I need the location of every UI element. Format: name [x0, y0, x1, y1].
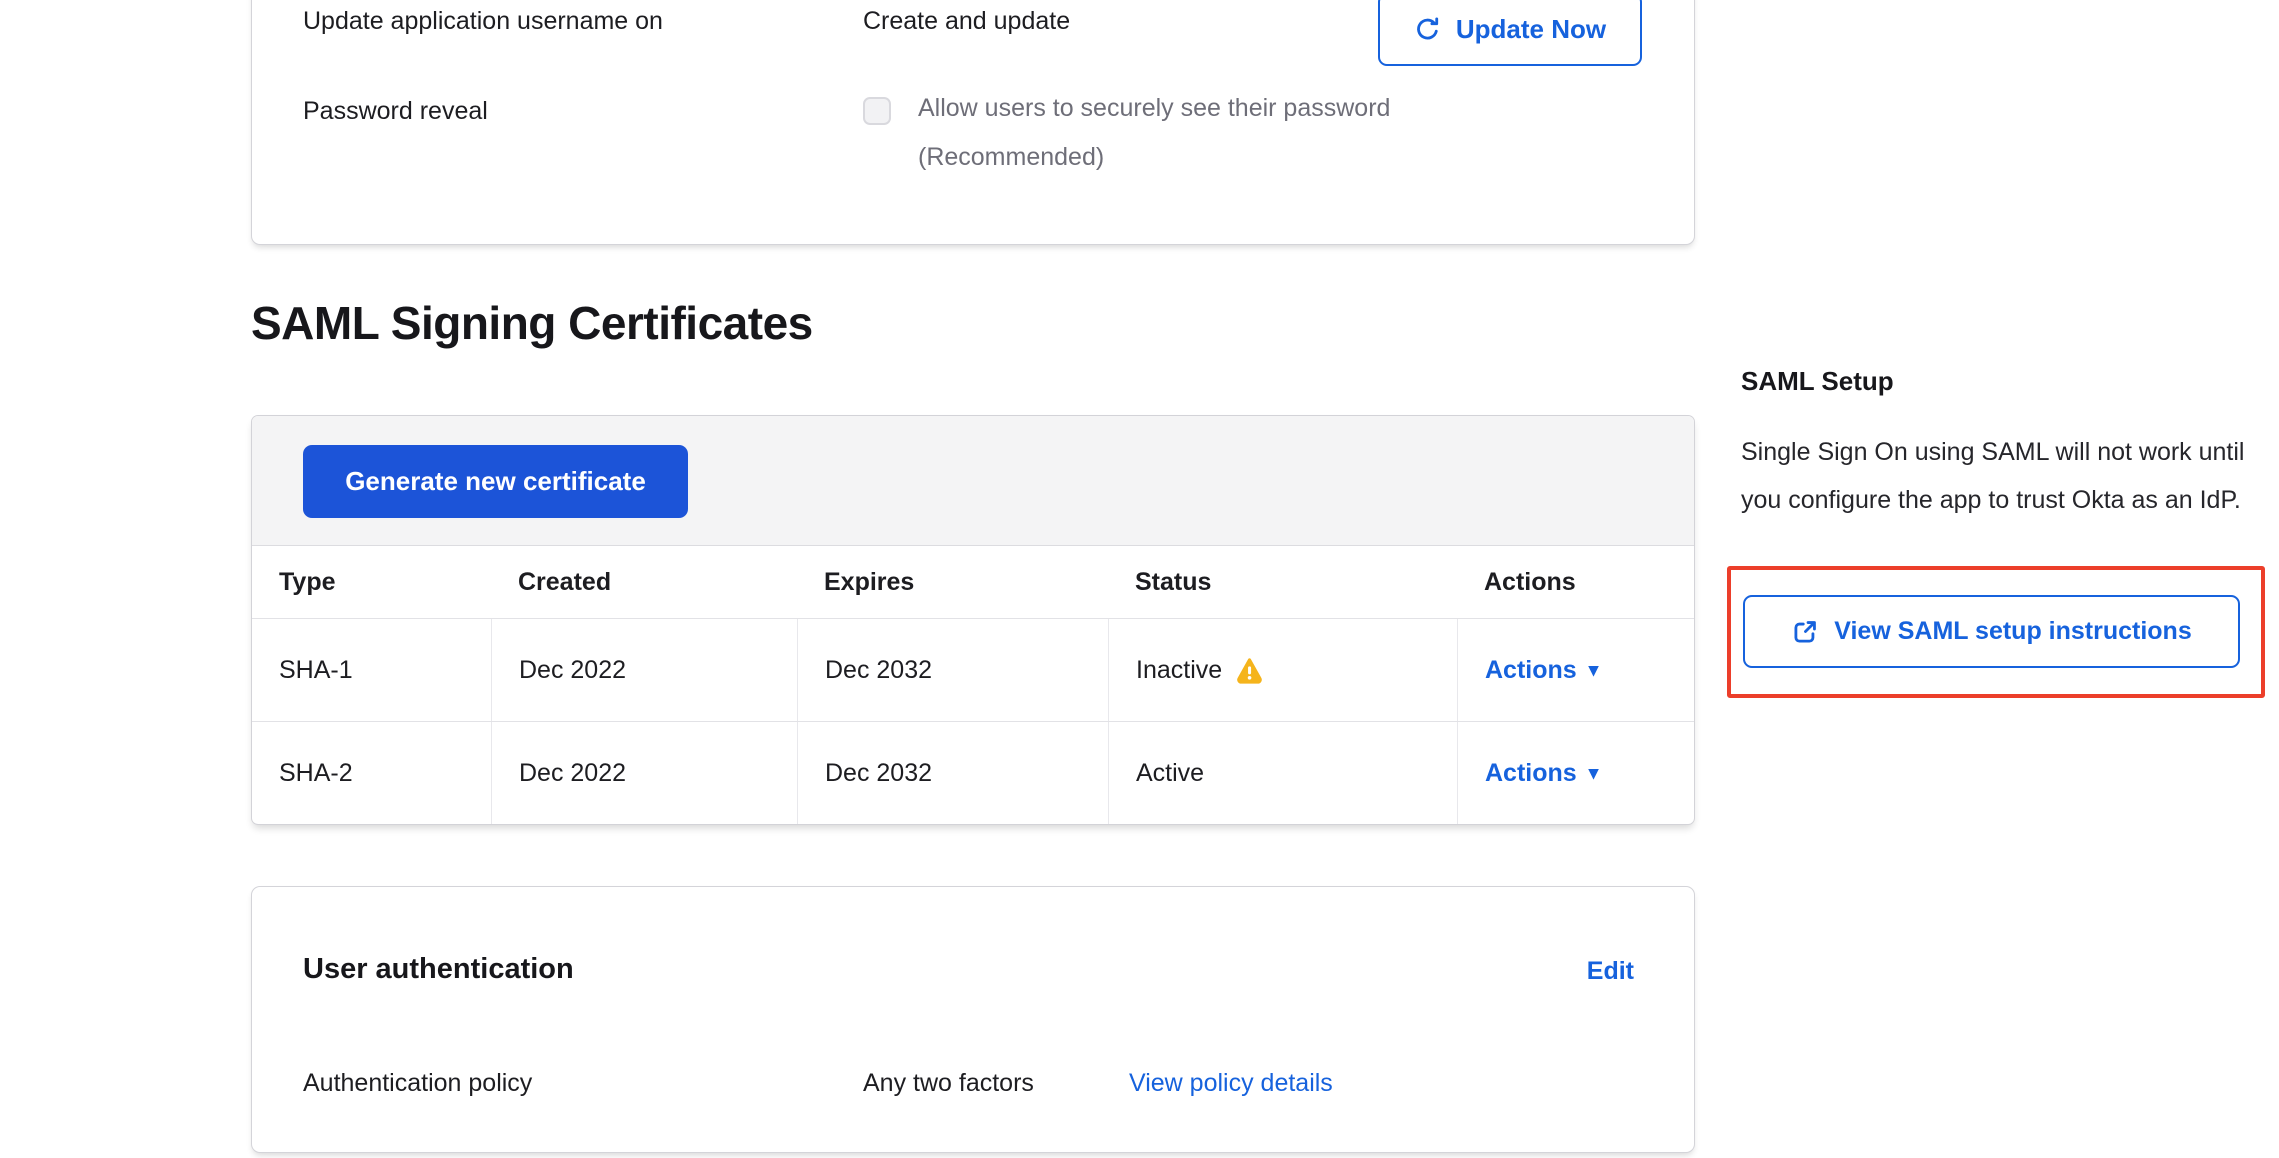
- actions-label: Actions: [1485, 656, 1577, 685]
- username-update-value: Create and update: [863, 7, 1070, 36]
- generate-certificate-button[interactable]: Generate new certificate: [303, 445, 688, 518]
- password-reveal-checkbox[interactable]: [863, 97, 891, 125]
- column-header-expires: Expires: [797, 546, 1108, 618]
- page-title: SAML Signing Certificates: [251, 296, 813, 350]
- cert-actions-cell: Actions ▾: [1457, 619, 1694, 721]
- edit-link[interactable]: Edit: [1587, 957, 1634, 986]
- cert-type: SHA-2: [252, 722, 491, 824]
- cert-status-cell: Inactive: [1108, 619, 1457, 721]
- password-reveal-label: Password reveal: [303, 97, 488, 126]
- saml-setup-description: Single Sign On using SAML will not work …: [1741, 428, 2266, 524]
- column-header-type: Type: [252, 546, 491, 618]
- authentication-policy-label: Authentication policy: [303, 1069, 532, 1098]
- cert-created: Dec 2022: [491, 722, 797, 824]
- certificates-table: Type Created Expires Status Actions SHA-…: [252, 546, 1694, 824]
- cert-status-cell: Active: [1108, 722, 1457, 824]
- chevron-down-icon: ▾: [1589, 659, 1599, 682]
- cert-type: SHA-1: [252, 619, 491, 721]
- status-text: Active: [1136, 759, 1204, 788]
- table-row: SHA-1 Dec 2022 Dec 2032 Inactive Actions…: [252, 618, 1694, 721]
- certificates-toolbar: Generate new certificate: [252, 416, 1694, 546]
- actions-label: Actions: [1485, 759, 1577, 788]
- view-policy-details-link[interactable]: View policy details: [1129, 1069, 1333, 1098]
- status-text: Inactive: [1136, 656, 1222, 685]
- update-now-button[interactable]: Update Now: [1378, 0, 1642, 66]
- view-saml-setup-instructions-button[interactable]: View SAML setup instructions: [1743, 595, 2240, 668]
- cert-actions-cell: Actions ▾: [1457, 722, 1694, 824]
- view-saml-setup-label: View SAML setup instructions: [1834, 617, 2191, 646]
- table-row: SHA-2 Dec 2022 Dec 2032 Active Actions ▾: [252, 721, 1694, 824]
- actions-dropdown[interactable]: Actions ▾: [1485, 759, 1598, 788]
- column-header-actions: Actions: [1457, 546, 1694, 618]
- warning-icon: [1235, 656, 1264, 685]
- refresh-icon: [1414, 16, 1441, 43]
- external-link-icon: [1791, 618, 1819, 646]
- cert-created: Dec 2022: [491, 619, 797, 721]
- cert-expires: Dec 2032: [797, 619, 1108, 721]
- username-update-label: Update application username on: [303, 7, 663, 36]
- user-authentication-card: User authentication Edit Authentication …: [251, 886, 1695, 1153]
- update-now-label: Update Now: [1456, 14, 1606, 45]
- actions-dropdown[interactable]: Actions ▾: [1485, 656, 1598, 685]
- card-title: User authentication: [303, 953, 574, 986]
- chevron-down-icon: ▾: [1589, 762, 1599, 785]
- sign-on-settings-card: Update application username on Create an…: [251, 0, 1695, 245]
- saml-setup-title: SAML Setup: [1741, 366, 1894, 397]
- authentication-policy-value: Any two factors: [863, 1069, 1034, 1098]
- column-header-created: Created: [491, 546, 797, 618]
- password-reveal-checkbox-label: Allow users to securely see their passwo…: [918, 84, 1498, 182]
- table-header-row: Type Created Expires Status Actions: [252, 546, 1694, 618]
- column-header-status: Status: [1108, 546, 1457, 618]
- cert-expires: Dec 2032: [797, 722, 1108, 824]
- certificates-panel: Generate new certificate Type Created Ex…: [251, 415, 1695, 825]
